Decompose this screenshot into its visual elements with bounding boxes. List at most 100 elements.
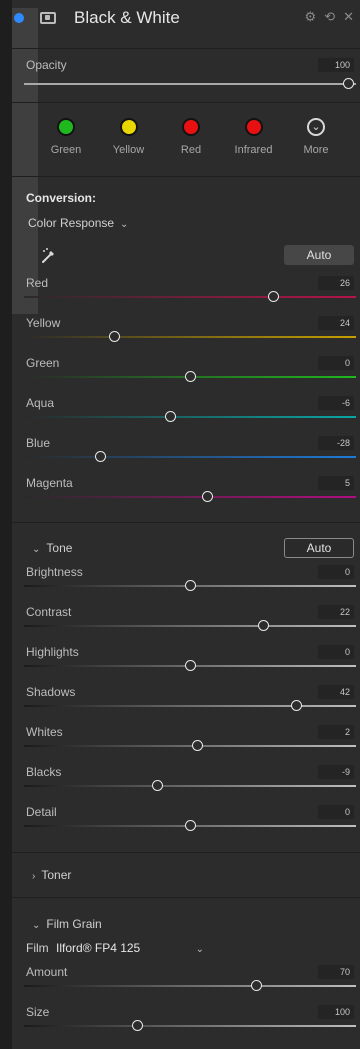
slider-label: Amount bbox=[26, 965, 68, 979]
slider-label: Green bbox=[26, 356, 60, 370]
slider-thumb[interactable] bbox=[258, 620, 270, 631]
slider-track[interactable] bbox=[24, 336, 356, 338]
slider-thumb[interactable] bbox=[185, 820, 196, 831]
red-swatch-icon bbox=[182, 118, 200, 136]
filter-icon bbox=[40, 12, 56, 24]
preset-label: Yellow bbox=[112, 144, 145, 156]
film-dropdown[interactable]: Film Ilford® FP4 125 ⌄ bbox=[26, 941, 204, 955]
panel-enabled-dot-icon[interactable] bbox=[14, 13, 24, 23]
slider-label: Blacks bbox=[26, 765, 62, 779]
toner-title: Toner bbox=[41, 868, 72, 882]
conversion-title: Conversion: bbox=[26, 191, 97, 205]
slider-thumb[interactable] bbox=[185, 660, 196, 671]
slider-thumb[interactable] bbox=[131, 1020, 143, 1031]
slider-track[interactable] bbox=[24, 985, 356, 987]
preset-infrared[interactable]: Infrared bbox=[224, 118, 284, 156]
slider-value[interactable]: 24 bbox=[318, 316, 354, 330]
slider-track[interactable] bbox=[24, 745, 356, 747]
color-response-dropdown[interactable]: Color Response ⌄ bbox=[28, 216, 128, 230]
panel-title: Black & White bbox=[74, 8, 180, 27]
slider-value[interactable]: 0 bbox=[318, 356, 354, 370]
preset-green[interactable]: Green bbox=[36, 118, 96, 156]
toner-header[interactable]: › Toner bbox=[32, 868, 71, 882]
green-swatch-icon bbox=[57, 118, 75, 136]
header-tools: ⚙ ⟲ ✕ bbox=[305, 9, 354, 25]
slider-thumb[interactable] bbox=[185, 371, 196, 382]
preset-red[interactable]: Red bbox=[161, 118, 221, 156]
divider bbox=[12, 48, 360, 49]
slider-value[interactable]: 0 bbox=[318, 565, 354, 579]
slider-track[interactable] bbox=[24, 705, 356, 707]
slider-track[interactable] bbox=[24, 625, 356, 627]
slider-thumb[interactable] bbox=[191, 740, 203, 751]
slider-value[interactable]: 70 bbox=[318, 965, 354, 979]
slider-label: Contrast bbox=[26, 605, 72, 619]
slider-label: Shadows bbox=[26, 685, 76, 699]
slider-label: Red bbox=[26, 276, 49, 290]
preset-label: Infrared bbox=[234, 144, 273, 156]
preset-more[interactable]: ⌄ More bbox=[286, 118, 346, 156]
preset-row: Green Yellow Red Infrared ⌄ More bbox=[36, 118, 346, 156]
slider-thumb[interactable] bbox=[151, 780, 163, 791]
slider-label: Highlights bbox=[26, 645, 79, 659]
slider-value[interactable]: 2 bbox=[318, 725, 354, 739]
slider-value[interactable]: 42 bbox=[318, 685, 354, 699]
slider-value[interactable]: -9 bbox=[318, 765, 354, 779]
slider-value[interactable]: 100 bbox=[318, 1005, 354, 1019]
slider-track[interactable] bbox=[24, 416, 356, 418]
slider-track[interactable] bbox=[24, 1025, 356, 1027]
slider-thumb[interactable] bbox=[185, 580, 196, 591]
slider-thumb[interactable] bbox=[268, 291, 279, 302]
close-icon[interactable]: ✕ bbox=[343, 9, 354, 25]
slider-label: Whites bbox=[26, 725, 63, 739]
hover-highlight bbox=[12, 8, 38, 314]
slider-value[interactable]: -28 bbox=[318, 436, 354, 450]
slider-label: Detail bbox=[26, 805, 57, 819]
chevron-down-circle-icon: ⌄ bbox=[307, 118, 325, 136]
slider-value[interactable]: 5 bbox=[318, 476, 354, 490]
opacity-slider-thumb[interactable] bbox=[343, 78, 354, 89]
settings-icon[interactable]: ⚙ bbox=[305, 9, 317, 25]
conversion-auto-button[interactable]: Auto bbox=[284, 245, 354, 265]
slider-label: Blue bbox=[26, 436, 51, 450]
chevron-down-icon: ⌄ bbox=[32, 544, 41, 555]
tone-auto-button[interactable]: Auto bbox=[284, 538, 354, 558]
slider-value[interactable]: 26 bbox=[318, 276, 354, 290]
preset-label: Red bbox=[180, 144, 202, 156]
preset-yellow[interactable]: Yellow bbox=[99, 118, 159, 156]
black-white-panel bbox=[12, 0, 360, 1049]
slider-track[interactable] bbox=[24, 296, 356, 298]
film-label: Film bbox=[26, 941, 49, 955]
slider-value[interactable]: 0 bbox=[318, 645, 354, 659]
chevron-down-icon: ⌄ bbox=[195, 944, 204, 955]
chevron-down-icon: ⌄ bbox=[32, 920, 41, 931]
slider-label: Size bbox=[26, 1005, 50, 1019]
film-grain-header[interactable]: ⌄ Film Grain bbox=[32, 917, 102, 931]
slider-thumb[interactable] bbox=[165, 411, 177, 422]
film-grain-title: Film Grain bbox=[46, 917, 102, 931]
divider bbox=[12, 102, 360, 103]
slider-label: Aqua bbox=[26, 396, 55, 410]
tone-title: Tone bbox=[46, 541, 73, 555]
reset-icon[interactable]: ⟲ bbox=[324, 9, 335, 25]
opacity-value[interactable]: 100 bbox=[318, 58, 354, 72]
slider-track[interactable] bbox=[24, 456, 356, 458]
chevron-down-icon: ⌄ bbox=[120, 219, 129, 230]
divider bbox=[12, 522, 360, 523]
slider-value[interactable]: 0 bbox=[318, 805, 354, 819]
slider-thumb[interactable] bbox=[108, 331, 120, 342]
slider-track[interactable] bbox=[24, 496, 356, 498]
slider-value[interactable]: -6 bbox=[318, 396, 354, 410]
tone-header[interactable]: ⌄ Tone bbox=[32, 541, 72, 555]
yellow-swatch-icon bbox=[119, 118, 138, 136]
opacity-slider-track[interactable] bbox=[24, 83, 356, 85]
divider bbox=[12, 852, 360, 853]
left-edge-strip bbox=[0, 0, 12, 1049]
slider-thumb[interactable] bbox=[201, 491, 213, 502]
infrared-swatch-icon bbox=[244, 118, 263, 136]
slider-label: Brightness bbox=[26, 565, 83, 579]
slider-value[interactable]: 22 bbox=[318, 605, 354, 619]
eyedropper-icon[interactable] bbox=[40, 247, 58, 265]
slider-track[interactable] bbox=[24, 785, 356, 787]
preset-label: Green bbox=[50, 144, 82, 156]
